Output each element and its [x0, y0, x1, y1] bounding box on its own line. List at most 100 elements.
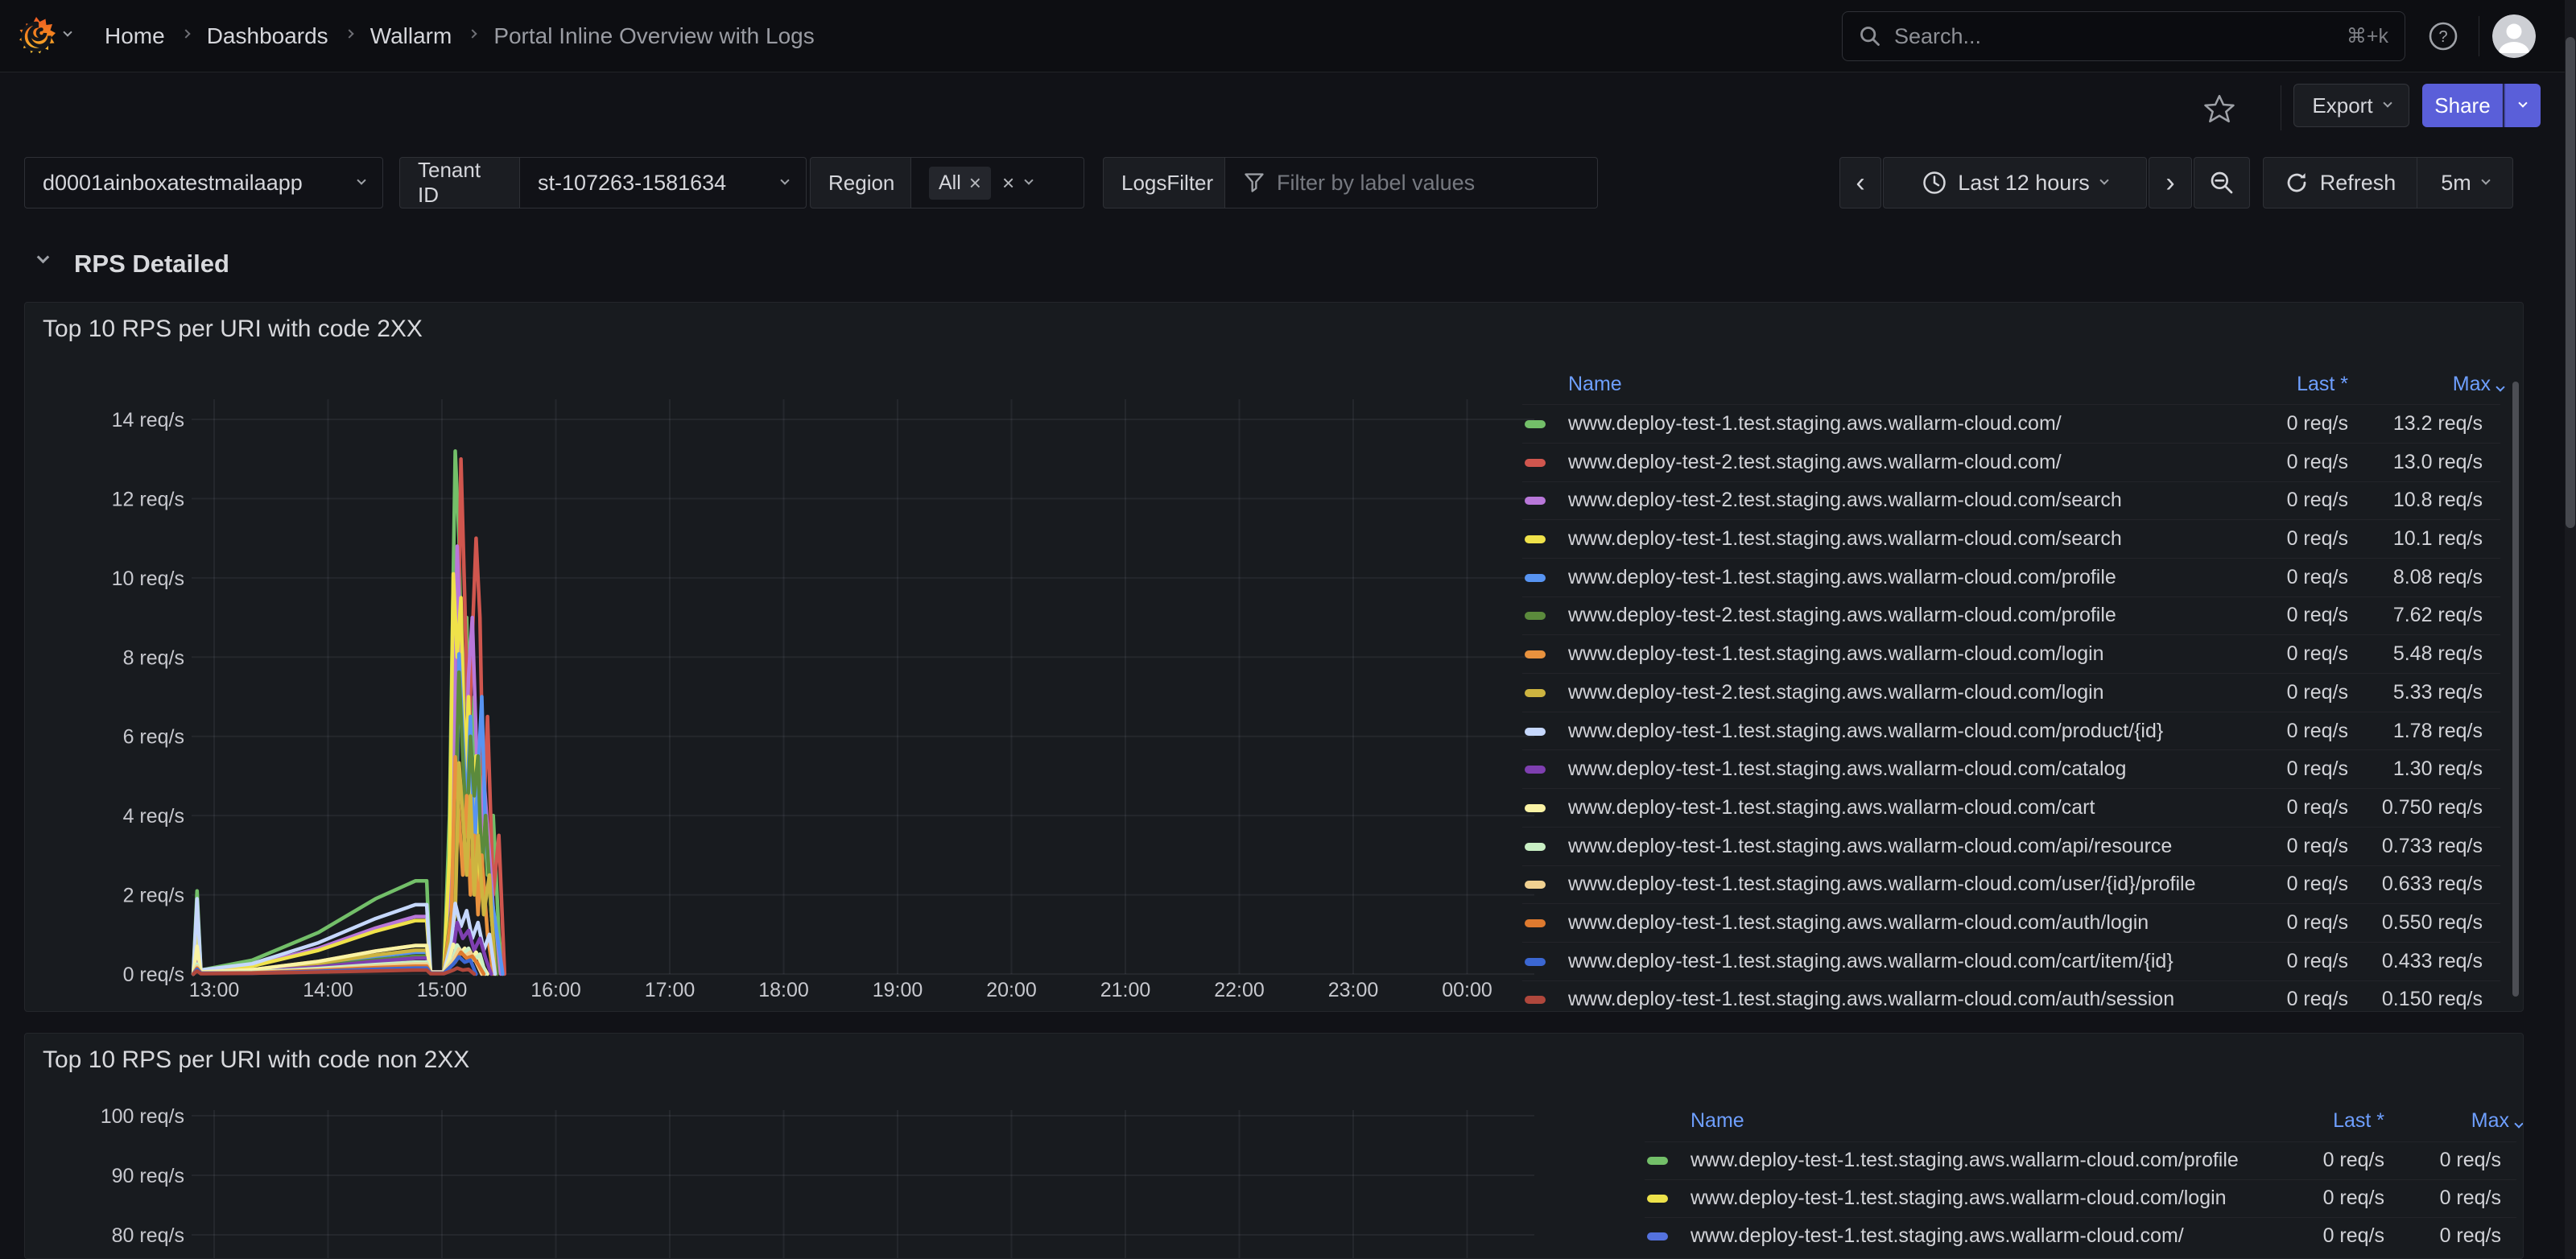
legend-row[interactable]: www.deploy-test-1.test.staging.aws.walla… — [1522, 712, 2500, 750]
logsfilter-input[interactable] — [1277, 171, 1542, 196]
series-color-swatch — [1525, 535, 1546, 543]
series-max-value: 0 req/s — [2260, 1187, 2501, 1210]
share-menu-caret-button[interactable] — [2504, 84, 2541, 127]
series-color-swatch — [1525, 843, 1546, 851]
legend-row[interactable]: www.deploy-test-1.test.staging.aws.walla… — [1645, 1179, 2516, 1217]
y-axis-tick-label: 100 req/s — [101, 1105, 184, 1128]
series-color-swatch — [1647, 1157, 1668, 1165]
refresh-button[interactable]: Refresh — [2263, 157, 2417, 208]
logsfilter-input-box[interactable] — [1225, 157, 1598, 208]
user-avatar[interactable] — [2492, 14, 2536, 58]
svg-text:?: ? — [2438, 28, 2447, 46]
series-color-swatch — [1525, 804, 1546, 812]
legend-row[interactable]: www.deploy-test-1.test.staging.aws.walla… — [1522, 788, 2500, 827]
grafana-logo[interactable] — [16, 16, 56, 56]
y-axis-tick-label: 4 req/s — [123, 805, 184, 828]
series-color-swatch — [1525, 420, 1546, 428]
legend-row[interactable]: www.deploy-test-1.test.staging.aws.walla… — [1522, 942, 2500, 980]
legend-row[interactable]: www.deploy-test-2.test.staging.aws.walla… — [1522, 596, 2500, 635]
filter-funnel-icon — [1243, 171, 1265, 194]
legend-row[interactable]: www.deploy-test-2.test.staging.aws.walla… — [1522, 481, 2500, 520]
chevron-down-icon — [1025, 175, 1034, 184]
legend-row[interactable]: www.deploy-test-1.test.staging.aws.walla… — [1522, 827, 2500, 865]
x-axis-tick-label: 15:00 — [417, 979, 468, 1001]
series-max-value: 1.78 req/s — [2241, 720, 2483, 743]
share-button[interactable]: Share — [2422, 84, 2503, 127]
x-axis-tick-label: 17:00 — [645, 979, 696, 1001]
variable-logsfilter-label: LogsFilter — [1103, 157, 1225, 208]
series-name: www.deploy-test-2.test.staging.aws.walla… — [1568, 681, 2104, 704]
legend-row[interactable]: www.deploy-test-1.test.staging.aws.walla… — [1522, 519, 2500, 558]
chevron-down-icon — [2383, 98, 2392, 107]
zoom-out-icon — [2209, 170, 2235, 196]
y-axis-tick-label: 0 req/s — [123, 964, 184, 986]
legend-row[interactable]: www.deploy-test-2.test.staging.aws.walla… — [1522, 443, 2500, 481]
legend-row[interactable]: www.deploy-test-1.test.staging.aws.walla… — [1522, 404, 2500, 443]
org-switcher-caret-icon[interactable] — [63, 27, 72, 36]
help-button[interactable]: ? — [2421, 15, 2465, 57]
legend-row[interactable]: www.deploy-test-1.test.staging.aws.walla… — [1522, 865, 2500, 904]
series-color-swatch — [1525, 996, 1546, 1004]
refresh-label: Refresh — [2320, 171, 2396, 196]
breadcrumb: Home Dashboards Wallarm Portal Inline Overv… — [105, 0, 815, 72]
series-color-swatch — [1525, 497, 1546, 505]
series-name: www.deploy-test-1.test.staging.aws.walla… — [1568, 642, 2104, 666]
page-scrollbar-thumb[interactable] — [2566, 37, 2575, 528]
legend-row[interactable]: www.deploy-test-2.test.staging.aws.walla… — [1522, 673, 2500, 712]
share-label: Share — [2434, 93, 2490, 118]
time-zoom-out-button[interactable] — [2194, 157, 2250, 208]
section-title[interactable]: RPS Detailed — [74, 250, 229, 279]
panel-rps-non2xx: 100 req/s90 req/s80 req/s Top 10 RPS per… — [24, 1033, 2524, 1259]
series-color-swatch — [1525, 650, 1546, 658]
search-input[interactable] — [1894, 24, 2334, 49]
breadcrumb-item[interactable]: Wallarm — [370, 23, 452, 49]
legend-row[interactable]: www.deploy-test-1.test.staging.aws.walla… — [1522, 749, 2500, 788]
legend-header-max[interactable]: Max — [2262, 373, 2504, 396]
legend-scrollbar-thumb[interactable] — [2512, 382, 2519, 997]
legend-header-name[interactable]: Name — [1568, 373, 1622, 396]
series-name: www.deploy-test-1.test.staging.aws.walla… — [1568, 950, 2174, 973]
panel-rps-2xx: 0 req/s2 req/s4 req/s6 req/s8 req/s10 re… — [24, 302, 2524, 1012]
section-collapse-icon[interactable] — [37, 251, 50, 264]
breadcrumb-item[interactable]: Home — [105, 23, 165, 49]
refresh-interval-dropdown[interactable]: 5m — [2417, 157, 2513, 208]
x-axis-tick-label: 14:00 — [303, 979, 353, 1001]
x-axis-tick-label: 20:00 — [986, 979, 1037, 1001]
time-shift-forward-button[interactable]: › — [2149, 157, 2192, 208]
region-chip-all[interactable]: All × — [929, 167, 991, 200]
series-max-value: 1.30 req/s — [2241, 757, 2483, 781]
x-axis-tick-label: 13:00 — [189, 979, 240, 1001]
variable-tenant-dropdown[interactable]: st-107263-1581634 — [520, 157, 807, 208]
star-icon — [2203, 93, 2235, 125]
variable-region-dropdown[interactable]: All × × — [911, 157, 1084, 208]
export-label: Export — [2312, 93, 2372, 118]
time-shift-back-button[interactable]: ‹ — [1839, 157, 1881, 208]
remove-chip-icon[interactable]: × — [969, 172, 981, 193]
legend-header-name[interactable]: Name — [1690, 1109, 1744, 1133]
variable-app-dropdown[interactable]: d0001ainboxatestmailaapp — [24, 157, 383, 208]
y-axis-tick-label: 10 req/s — [112, 568, 184, 590]
legend-row[interactable]: www.deploy-test-1.test.staging.aws.walla… — [1522, 903, 2500, 942]
legend-row[interactable]: www.deploy-test-1.test.staging.aws.walla… — [1645, 1217, 2516, 1255]
legend-row[interactable]: www.deploy-test-1.test.staging.aws.walla… — [1522, 980, 2500, 1012]
x-axis-tick-label: 18:00 — [758, 979, 809, 1001]
series-color-swatch — [1525, 766, 1546, 774]
panel-title[interactable]: Top 10 RPS per URI with code non 2XX — [43, 1046, 469, 1074]
series-color-swatch — [1525, 689, 1546, 697]
series-name: www.deploy-test-1.test.staging.aws.walla… — [1568, 720, 2163, 743]
series-name: www.deploy-test-1.test.staging.aws.walla… — [1568, 757, 2126, 781]
legend-header-max[interactable]: Max — [2281, 1109, 2522, 1133]
time-range-picker[interactable]: Last 12 hours — [1883, 157, 2147, 208]
panel-title[interactable]: Top 10 RPS per URI with code 2XX — [43, 316, 423, 343]
legend-row[interactable]: www.deploy-test-1.test.staging.aws.walla… — [1645, 1141, 2516, 1179]
search-bar[interactable]: ⌘+k — [1842, 11, 2405, 61]
breadcrumb-item[interactable]: Dashboards — [207, 23, 328, 49]
y-axis-tick-label: 2 req/s — [123, 885, 184, 907]
chevron-down-icon — [780, 175, 789, 184]
export-button[interactable]: Export — [2293, 84, 2409, 127]
breadcrumb-item: Portal Inline Overview with Logs — [493, 23, 814, 49]
legend-row[interactable]: www.deploy-test-1.test.staging.aws.walla… — [1522, 558, 2500, 596]
clear-selection-icon[interactable]: × — [1002, 172, 1014, 193]
legend-row[interactable]: www.deploy-test-1.test.staging.aws.walla… — [1522, 634, 2500, 673]
favorite-star-button[interactable] — [2199, 89, 2240, 129]
